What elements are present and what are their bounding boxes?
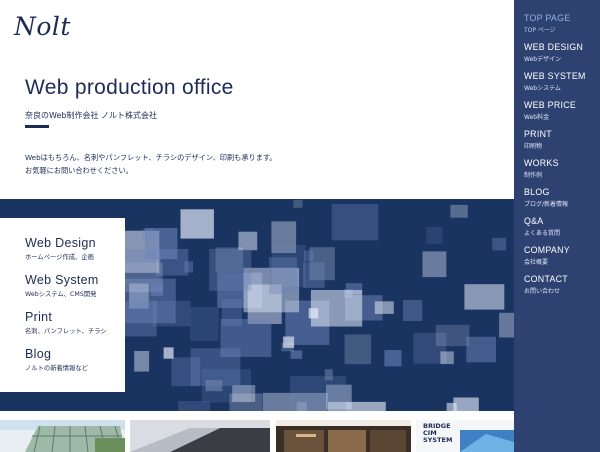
work-thumbnail-bridge[interactable]: BRIDGE CIM SYSTEM (416, 420, 514, 452)
banner-square (178, 401, 211, 411)
banner-square (190, 307, 219, 341)
banner-square (344, 334, 372, 365)
banner-square (446, 402, 457, 411)
banner-square (150, 283, 163, 296)
service-subtitle: 名刺、パンフレット、チラシ (25, 328, 107, 335)
banner-square (499, 312, 514, 338)
svg-text:SYSTEM: SYSTEM (423, 436, 452, 444)
nav-label: CONTACT (524, 274, 568, 284)
banner-square (303, 262, 325, 288)
banner-square (426, 227, 443, 244)
nav-label: WEB SYSTEM (524, 71, 586, 81)
nav-label: Q&A (524, 216, 544, 226)
banner-square (134, 351, 150, 372)
service-web-design[interactable]: Web Design ホームページ作成、企画 (25, 236, 125, 273)
service-subtitle: ホームページ作成、企画 (25, 254, 94, 261)
works-thumbnails: BRIDGE CIM SYSTEM (0, 414, 514, 452)
service-subtitle: Webシステム、CMS開発 (25, 291, 97, 298)
nav-sublabel: 印刷物 (524, 143, 543, 150)
nav-sublabel: ブログ/新着情報 (524, 201, 569, 208)
banner-square (331, 203, 379, 241)
banner-square (464, 284, 505, 310)
nav-label: WORKS (524, 158, 559, 168)
banner-square (374, 301, 394, 314)
hero-divider (25, 125, 49, 128)
banner-square (163, 347, 174, 359)
nav-sublabel: TOP ページ (524, 27, 556, 34)
banner-square (229, 393, 263, 411)
service-menu: Web Design ホームページ作成、企画 Web System Webシステ… (0, 218, 125, 392)
nav-label: TOP PAGE (524, 13, 571, 23)
hero-subtitle: 奈良のWeb制作会社 ノルト株式会社 (25, 111, 157, 120)
service-web-system[interactable]: Web System Webシステム、CMS開発 (25, 273, 125, 310)
banner-square (403, 299, 423, 321)
nav-blog[interactable]: BLOG ブログ/新着情報 (524, 187, 600, 216)
hero-description: Webはもちろん、名刺やパンフレット、チラシのデザイン、印刷も承ります。 お気軽… (25, 151, 277, 177)
nav-company[interactable]: COMPANY 会社概要 (524, 245, 600, 274)
banner-square (435, 324, 470, 347)
hero-description-line: お気軽にお問い合わせください。 (25, 166, 133, 175)
banner-square (290, 376, 347, 411)
banner-square (308, 308, 319, 319)
banner-square (209, 249, 252, 291)
banner-square (281, 342, 294, 352)
nav-contact[interactable]: CONTACT お問い合わせ (524, 274, 600, 303)
banner-square (422, 251, 447, 278)
nav-sublabel: お問い合わせ (524, 288, 561, 295)
banner-square (269, 257, 297, 294)
nav-sublabel: よくある質問 (524, 230, 561, 237)
nav-web-price[interactable]: WEB PRICE Web料金 (524, 100, 600, 129)
dark-site-image (276, 420, 411, 452)
service-title: Web Design (25, 236, 96, 250)
service-subtitle: ノルトの新着情報など (25, 365, 88, 372)
nav-sublabel: 制作例 (524, 172, 543, 179)
nav-web-system[interactable]: WEB SYSTEM Webシステム (524, 71, 600, 100)
service-print[interactable]: Print 名刺、パンフレット、チラシ (25, 310, 125, 347)
nav-print[interactable]: PRINT 印刷物 (524, 129, 600, 158)
nav-qa[interactable]: Q&A よくある質問 (524, 216, 600, 245)
nav-label: COMPANY (524, 245, 570, 255)
banner-square (180, 209, 214, 239)
work-thumbnail-greenhouse[interactable] (0, 420, 125, 452)
banner-square (453, 397, 479, 411)
site-logo[interactable]: Nolt (14, 12, 71, 41)
service-blog[interactable]: Blog ノルトの新着情報など (25, 347, 125, 384)
banner-square (190, 348, 241, 386)
banner-square (142, 228, 155, 240)
service-title: Web System (25, 273, 99, 287)
banner-square (121, 300, 157, 337)
global-nav: TOP PAGE TOP ページ WEB DESIGN Webデザイン WEB … (514, 0, 600, 452)
service-title: Print (25, 310, 53, 324)
nav-top-page[interactable]: TOP PAGE TOP ページ (524, 13, 600, 42)
work-thumbnail-dark-site[interactable] (276, 420, 411, 452)
banner-square (450, 204, 468, 218)
nav-sublabel: Web料金 (524, 114, 550, 121)
banner-square (152, 300, 191, 327)
banner-square (238, 231, 258, 251)
service-title: Blog (25, 347, 52, 361)
banner-square (466, 336, 496, 363)
hero-title: Web production office (25, 76, 234, 99)
banner-square (492, 237, 507, 251)
work-thumbnail-roof[interactable] (130, 420, 270, 452)
banner-square (184, 261, 193, 273)
nav-sublabel: Webデザイン (524, 56, 562, 63)
greenhouse-image (0, 420, 125, 452)
nav-works[interactable]: WORKS 制作例 (524, 158, 600, 187)
banner-square (384, 350, 402, 367)
hero-description-line: Webはもちろん、名刺やパンフレット、チラシのデザイン、印刷も承ります。 (25, 153, 277, 162)
nav-label: PRINT (524, 129, 552, 139)
roof-image (130, 420, 270, 452)
nav-sublabel: 会社概要 (524, 259, 549, 266)
banner-square (290, 350, 303, 359)
banner-square (440, 351, 454, 365)
banner-square (310, 290, 363, 327)
nav-sublabel: Webシステム (524, 85, 561, 92)
nav-web-design[interactable]: WEB DESIGN Webデザイン (524, 42, 600, 71)
nav-label: WEB DESIGN (524, 42, 584, 52)
nav-label: BLOG (524, 187, 550, 197)
nav-label: WEB PRICE (524, 100, 577, 110)
bridge-cim-image: BRIDGE CIM SYSTEM (416, 420, 514, 452)
banner-square (293, 199, 303, 208)
